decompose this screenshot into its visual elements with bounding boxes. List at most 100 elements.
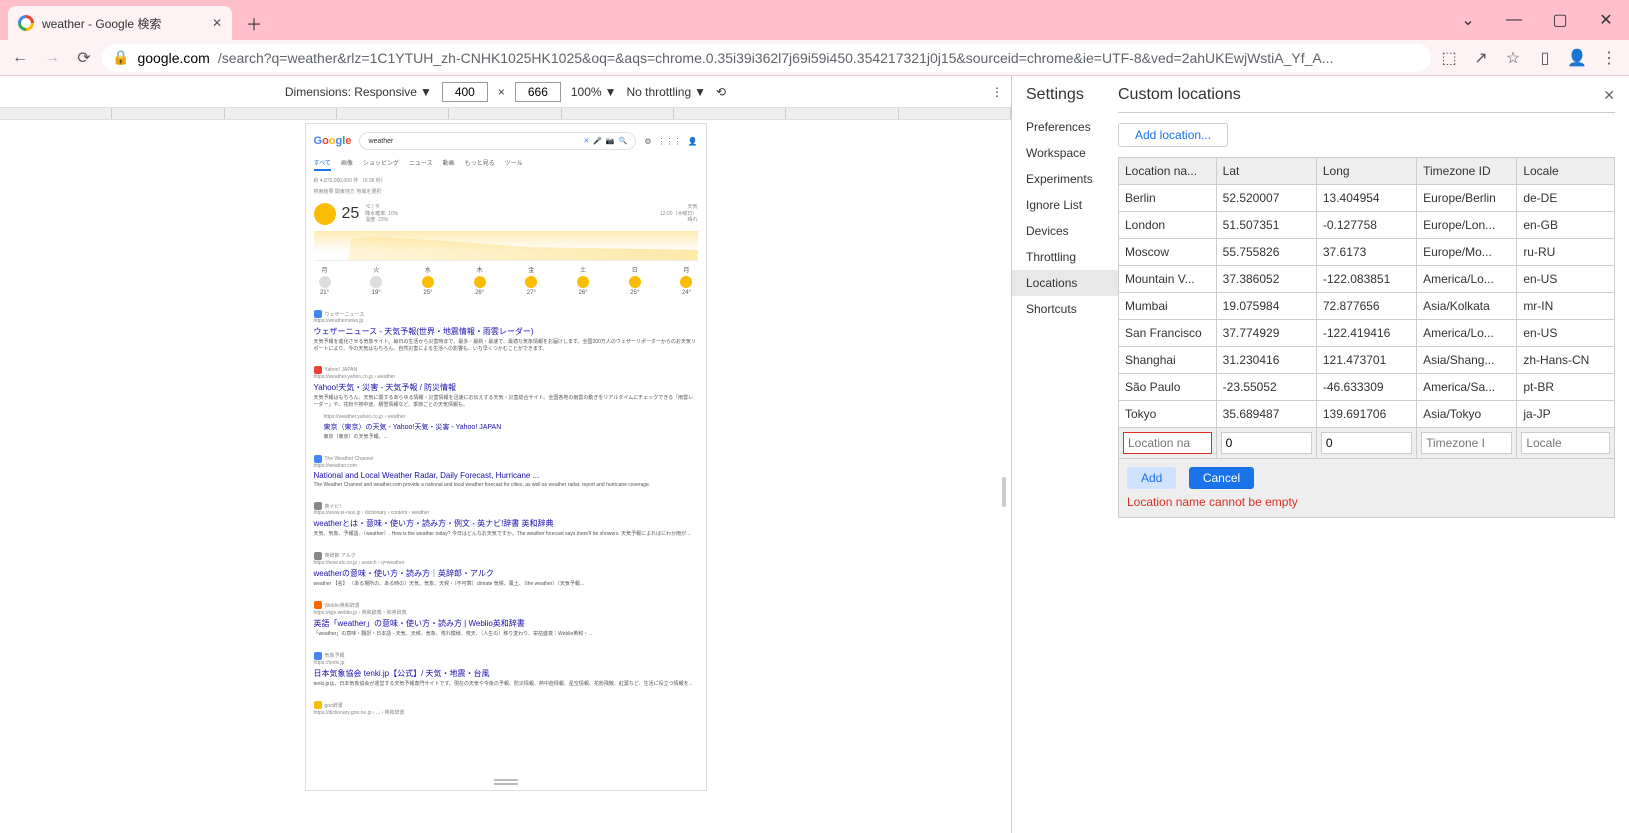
- new-location-tz-input[interactable]: [1421, 432, 1512, 454]
- tab-title: weather - Google 検索: [42, 15, 161, 32]
- ruler: [0, 108, 1011, 120]
- close-tab-icon[interactable]: ✕: [212, 16, 222, 30]
- close-settings-icon[interactable]: ✕: [1603, 87, 1615, 104]
- devtools-settings-panel: Settings PreferencesWorkspaceExperiments…: [1012, 76, 1629, 833]
- forward-icon[interactable]: →: [38, 44, 66, 72]
- apps-icon[interactable]: ⋮⋮⋮: [658, 137, 682, 146]
- side-panel-icon[interactable]: ▯: [1531, 44, 1559, 72]
- translate-icon[interactable]: ⬚: [1435, 44, 1463, 72]
- rotate-icon[interactable]: ⟲: [716, 85, 726, 99]
- browser-tab[interactable]: weather - Google 検索 ✕: [8, 6, 232, 40]
- table-row[interactable]: Berlin52.52000713.404954Europe/Berlinde-…: [1119, 185, 1615, 212]
- search-result[interactable]: Yahoo! JAPANhttps://weather.yahoo.co.jp …: [314, 366, 698, 441]
- new-location-lat-input[interactable]: [1221, 432, 1312, 454]
- col-name: Location na...: [1119, 158, 1217, 185]
- device-toolbar: Dimensions: Responsive ▼ × 100% ▼ No thr…: [0, 76, 1011, 108]
- sidebar-item-locations[interactable]: Locations: [1012, 270, 1118, 296]
- search-tab[interactable]: ショッピング: [363, 158, 399, 171]
- table-row[interactable]: São Paulo-23.55052-46.633309America/Sa..…: [1119, 374, 1615, 401]
- search-tab[interactable]: もっと見る: [465, 158, 495, 171]
- maximize-icon[interactable]: ▢: [1537, 0, 1583, 40]
- search-result[interactable]: The Weather Channelhttps://weather.comNa…: [314, 455, 698, 489]
- search-tab[interactable]: 画像: [341, 158, 353, 171]
- forecast-row: 月21° 火19° 水25° 木26° 金27° 土26° 日25° 月24°: [314, 265, 698, 296]
- back-icon[interactable]: ←: [6, 44, 34, 72]
- location-label: 検索結果 関東地方 地域を選択: [314, 188, 698, 195]
- search-result[interactable]: ウェザーニュースhttps://weathernews.jpウェザーニュース -…: [314, 310, 698, 352]
- new-location-name-input[interactable]: [1123, 432, 1212, 454]
- add-location-button[interactable]: Add location...: [1118, 123, 1228, 147]
- profile-icon[interactable]: 👤: [1563, 44, 1591, 72]
- panel-title: Custom locations: [1118, 86, 1241, 104]
- window-controls: ⌄ — ▢ ✕: [1445, 0, 1629, 40]
- search-query: weather: [368, 138, 393, 145]
- table-row[interactable]: San Francisco37.774929-122.419416America…: [1119, 320, 1615, 347]
- col-lat: Lat: [1216, 158, 1316, 185]
- add-button[interactable]: Add: [1127, 467, 1176, 489]
- mic-icon[interactable]: 🎤: [593, 137, 602, 145]
- search-result[interactable]: 気象予報https://tenki.jp日本気象協会 tenki.jp【公式】/…: [314, 652, 698, 688]
- search-tab[interactable]: ツール: [505, 158, 523, 171]
- new-location-lon-input[interactable]: [1321, 432, 1412, 454]
- width-input[interactable]: [442, 82, 488, 102]
- table-row[interactable]: Mountain V...37.386052-122.083851America…: [1119, 266, 1615, 293]
- dimensions-dropdown[interactable]: Dimensions: Responsive ▼: [285, 85, 432, 99]
- sidebar-item-workspace[interactable]: Workspace: [1012, 140, 1118, 166]
- url-host: google.com: [137, 50, 209, 66]
- new-tab-button[interactable]: ＋: [240, 9, 268, 37]
- search-tab[interactable]: すべて: [314, 158, 331, 171]
- search-result[interactable]: Weblio英和辞書https://ejje.weblio.jp › 英和辞典・…: [314, 601, 698, 638]
- temperature: 25: [342, 205, 360, 223]
- gear-icon[interactable]: ⚙: [644, 137, 651, 146]
- search-result[interactable]: 英ナビ！https://www.ei-navi.jp › dictionary …: [314, 502, 698, 538]
- weather-card: 25 ℃ | ℉ 降水確率: 10% 湿度: 23% 天気 12:00（木曜日）…: [314, 203, 698, 296]
- device-toolbar-menu-icon[interactable]: ⋮: [991, 85, 1003, 99]
- clear-icon[interactable]: ✕: [583, 137, 589, 145]
- star-icon[interactable]: ☆: [1499, 44, 1527, 72]
- search-result[interactable]: 英辞郎 アルクhttps://eow.alc.co.jp › search › …: [314, 552, 698, 588]
- search-tab[interactable]: ニュース: [409, 158, 433, 171]
- sidebar-item-devices[interactable]: Devices: [1012, 218, 1118, 244]
- browser-menu-icon[interactable]: ⋮: [1595, 44, 1623, 72]
- table-row[interactable]: Shanghai31.230416121.473701Asia/Shang...…: [1119, 347, 1615, 374]
- dimension-separator: ×: [498, 85, 505, 99]
- google-logo[interactable]: Google: [314, 135, 352, 147]
- table-row[interactable]: Tokyo35.689487139.691706Asia/Tokyoja-JP: [1119, 401, 1615, 428]
- viewport-resize-handle[interactable]: [1002, 477, 1006, 507]
- share-icon[interactable]: ↗: [1467, 44, 1495, 72]
- new-location-locale-input[interactable]: [1521, 432, 1610, 454]
- sidebar-item-shortcuts[interactable]: Shortcuts: [1012, 296, 1118, 322]
- chevron-down-icon[interactable]: ⌄: [1445, 0, 1491, 40]
- search-input[interactable]: weather ✕ 🎤 📷 🔍: [359, 132, 636, 150]
- sidebar-item-experiments[interactable]: Experiments: [1012, 166, 1118, 192]
- table-header-row: Location na... Lat Long Timezone ID Loca…: [1119, 158, 1615, 185]
- settings-heading: Settings: [1012, 86, 1118, 114]
- new-location-row: [1119, 428, 1615, 459]
- weather-chart[interactable]: [314, 231, 698, 261]
- zoom-dropdown[interactable]: 100% ▼: [571, 85, 617, 99]
- minimize-icon[interactable]: —: [1491, 0, 1537, 40]
- url-field[interactable]: 🔒 google.com/search?q=weather&rlz=1C1YTU…: [102, 44, 1431, 72]
- table-row[interactable]: Mumbai19.07598472.877656Asia/Kolkatamr-I…: [1119, 293, 1615, 320]
- close-window-icon[interactable]: ✕: [1583, 0, 1629, 40]
- avatar[interactable]: 👤: [688, 137, 698, 146]
- emulated-viewport[interactable]: Google weather ✕ 🎤 📷 🔍 ⚙ ⋮⋮⋮ 👤 すべて画像ショッピングニュー…: [306, 124, 706, 790]
- height-input[interactable]: [515, 82, 561, 102]
- error-message: Location name cannot be empty: [1127, 495, 1606, 509]
- sidebar-item-ignore-list[interactable]: Ignore List: [1012, 192, 1118, 218]
- search-icon[interactable]: 🔍: [619, 137, 628, 145]
- cancel-button[interactable]: Cancel: [1189, 467, 1254, 489]
- sidebar-item-throttling[interactable]: Throttling: [1012, 244, 1118, 270]
- camera-icon[interactable]: 📷: [606, 137, 615, 145]
- search-tab[interactable]: 動画: [443, 158, 455, 171]
- table-row[interactable]: London51.507351-0.127758Europe/Lon...en-…: [1119, 212, 1615, 239]
- table-row[interactable]: Moscow55.75582637.6173Europe/Mo...ru-RU: [1119, 239, 1615, 266]
- sun-icon: [314, 203, 336, 225]
- throttling-dropdown[interactable]: No throttling ▼: [626, 85, 706, 99]
- reload-icon[interactable]: ⟳: [70, 44, 98, 72]
- search-result[interactable]: goo辞書https://dictionary.goo.ne.jp › ... …: [314, 701, 698, 716]
- sidebar-item-preferences[interactable]: Preferences: [1012, 114, 1118, 140]
- action-row: Add Cancel Location name cannot be empty: [1118, 459, 1615, 518]
- col-lon: Long: [1316, 158, 1416, 185]
- col-tz: Timezone ID: [1417, 158, 1517, 185]
